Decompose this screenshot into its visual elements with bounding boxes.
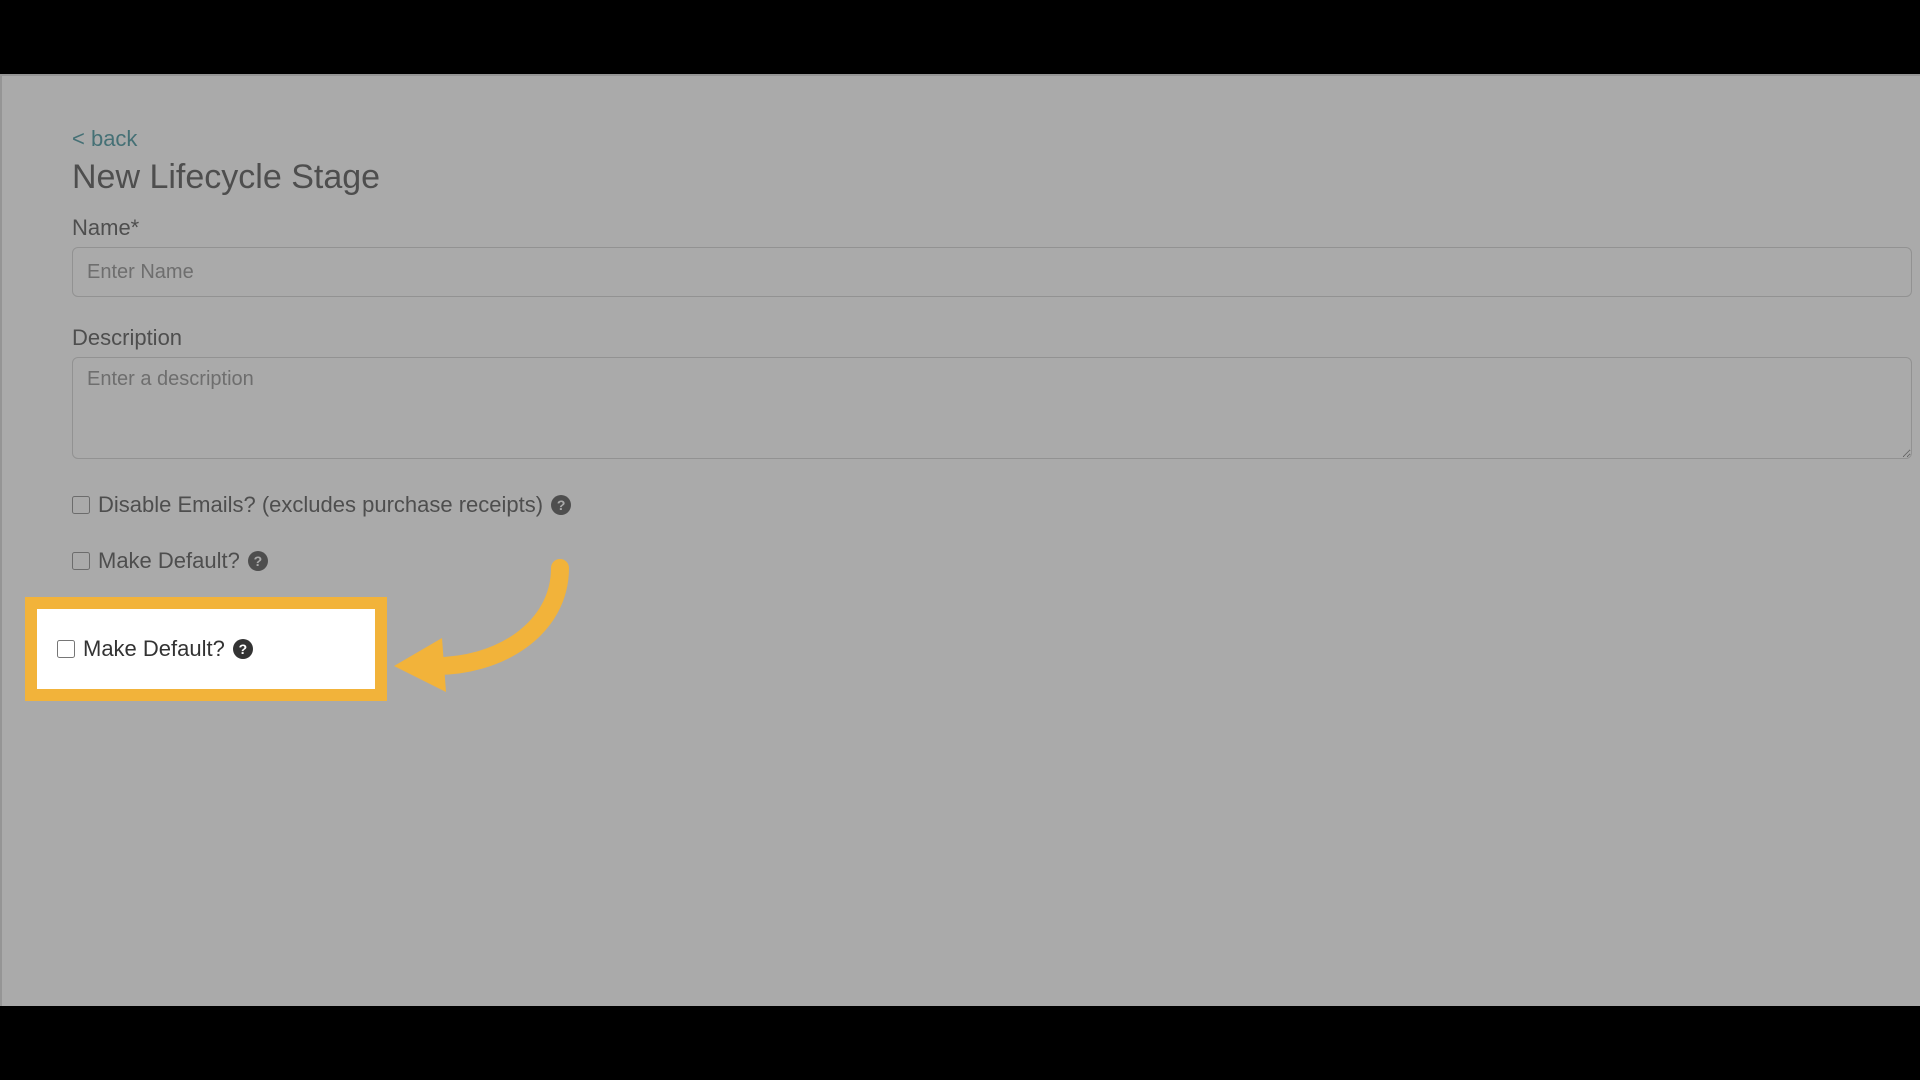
make-default-label: Make Default? [98,548,240,574]
letterbox-bottom [0,1006,1920,1080]
make-default-row: Make Default? ? [72,548,1920,574]
disable-emails-checkbox[interactable] [72,496,90,514]
disable-emails-row: Disable Emails? (excludes purchase recei… [72,492,1920,518]
back-link[interactable]: < back [72,126,137,152]
name-label: Name* [72,215,1920,241]
name-input[interactable] [72,247,1912,297]
make-default-checkbox[interactable] [72,552,90,570]
letterbox-top [0,0,1920,74]
help-icon[interactable]: ? [248,551,268,571]
help-icon[interactable]: ? [551,495,571,515]
disable-emails-label: Disable Emails? (excludes purchase recei… [98,492,543,518]
description-input[interactable] [72,357,1912,459]
highlight-make-default-label: Make Default? [83,636,225,662]
page-title: New Lifecycle Stage [72,158,1920,197]
highlight-make-default: Make Default? ? [25,597,387,701]
description-label: Description [72,325,1920,351]
form-panel: < back New Lifecycle Stage Name* Descrip… [0,74,1920,1006]
highlight-make-default-checkbox[interactable] [57,640,75,658]
form-content: < back New Lifecycle Stage Name* Descrip… [72,126,1920,662]
help-icon[interactable]: ? [233,639,253,659]
